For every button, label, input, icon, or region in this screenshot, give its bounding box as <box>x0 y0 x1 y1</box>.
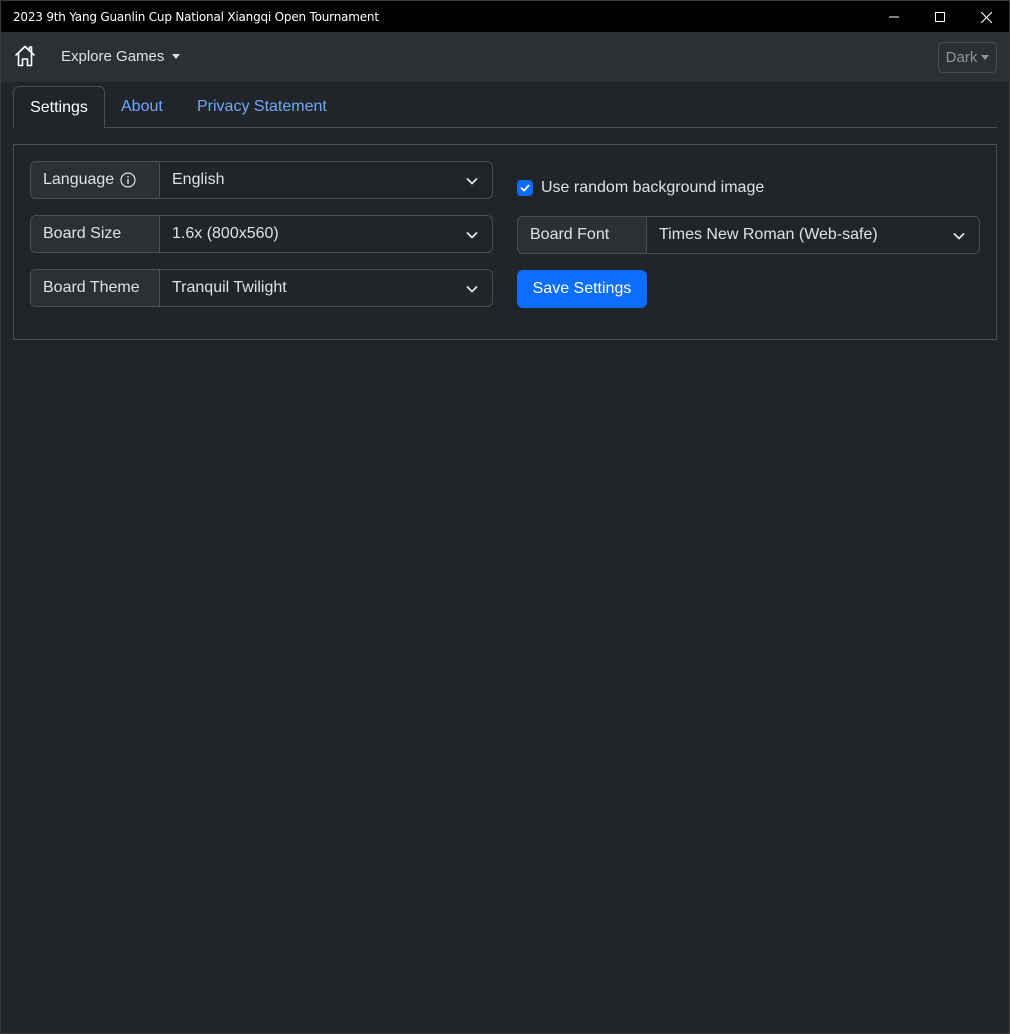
explore-games-dropdown[interactable]: Explore Games <box>61 48 181 65</box>
language-select[interactable]: English <box>160 162 492 198</box>
random-background-label: Use random background image <box>541 179 765 196</box>
save-settings-label: Save Settings <box>532 280 632 297</box>
random-background-option[interactable]: Use random background image <box>517 179 764 197</box>
close-button[interactable] <box>963 1 1009 33</box>
board-theme-label-box: Board Theme <box>31 270 160 306</box>
theme-dropdown[interactable]: Dark <box>938 42 997 73</box>
tab-label: Privacy Statement <box>197 98 327 115</box>
language-label-box: Language <box>31 162 160 198</box>
explore-games-label: Explore Games <box>61 48 165 65</box>
chevron-down-icon <box>466 286 478 293</box>
board-size-select[interactable]: 1.6x (800x560) <box>160 216 492 252</box>
board-font-label-box: Board Font <box>518 217 647 253</box>
caret-down-icon <box>981 55 990 60</box>
tab-label: About <box>121 98 163 115</box>
board-font-group: Board Font Times New Roman (Web-safe) <box>517 216 980 254</box>
language-label: Language <box>43 171 115 188</box>
random-background-checkbox[interactable] <box>517 180 533 196</box>
theme-label: Dark <box>945 49 978 66</box>
window-title: 2023 9th Yang Guanlin Cup National Xiang… <box>13 10 379 24</box>
navbar: Explore Games Dark <box>1 32 1009 82</box>
minimize-button[interactable] <box>871 1 917 33</box>
board-font-label: Board Font <box>530 226 610 243</box>
language-value: English <box>172 171 225 188</box>
title-bar: 2023 9th Yang Guanlin Cup National Xiang… <box>0 0 1010 32</box>
chevron-down-icon <box>466 178 478 185</box>
tab-privacy-statement[interactable]: Privacy Statement <box>197 86 327 128</box>
tab-label: Settings <box>30 98 88 116</box>
board-font-value: Times New Roman (Web-safe) <box>659 226 878 243</box>
maximize-button[interactable] <box>917 1 963 33</box>
board-theme-group: Board Theme Tranquil Twilight <box>30 269 493 307</box>
chevron-down-icon <box>466 232 478 239</box>
board-size-label: Board Size <box>43 225 122 242</box>
settings-panel: Language English Board Size 1.6x (800x56… <box>13 144 997 340</box>
board-font-select[interactable]: Times New Roman (Web-safe) <box>647 217 979 253</box>
home-button[interactable] <box>13 44 37 68</box>
tab-bar: Settings About Privacy Statement <box>13 86 997 129</box>
save-settings-button[interactable]: Save Settings <box>517 270 647 308</box>
board-theme-select[interactable]: Tranquil Twilight <box>160 270 492 306</box>
checkmark-icon <box>520 184 530 192</box>
minimize-icon <box>889 16 899 18</box>
maximize-icon <box>935 12 945 22</box>
chevron-down-icon <box>953 233 965 240</box>
board-size-value: 1.6x (800x560) <box>172 225 279 242</box>
caret-down-icon <box>172 54 181 59</box>
info-icon[interactable] <box>120 172 136 188</box>
language-group: Language English <box>30 161 493 199</box>
board-theme-label: Board Theme <box>43 279 140 296</box>
board-size-label-box: Board Size <box>31 216 160 252</box>
board-size-group: Board Size 1.6x (800x560) <box>30 215 493 253</box>
board-theme-value: Tranquil Twilight <box>172 279 287 296</box>
tab-about[interactable]: About <box>121 86 163 128</box>
home-icon <box>15 45 35 67</box>
close-icon <box>980 11 992 23</box>
tab-settings[interactable]: Settings <box>13 86 105 129</box>
